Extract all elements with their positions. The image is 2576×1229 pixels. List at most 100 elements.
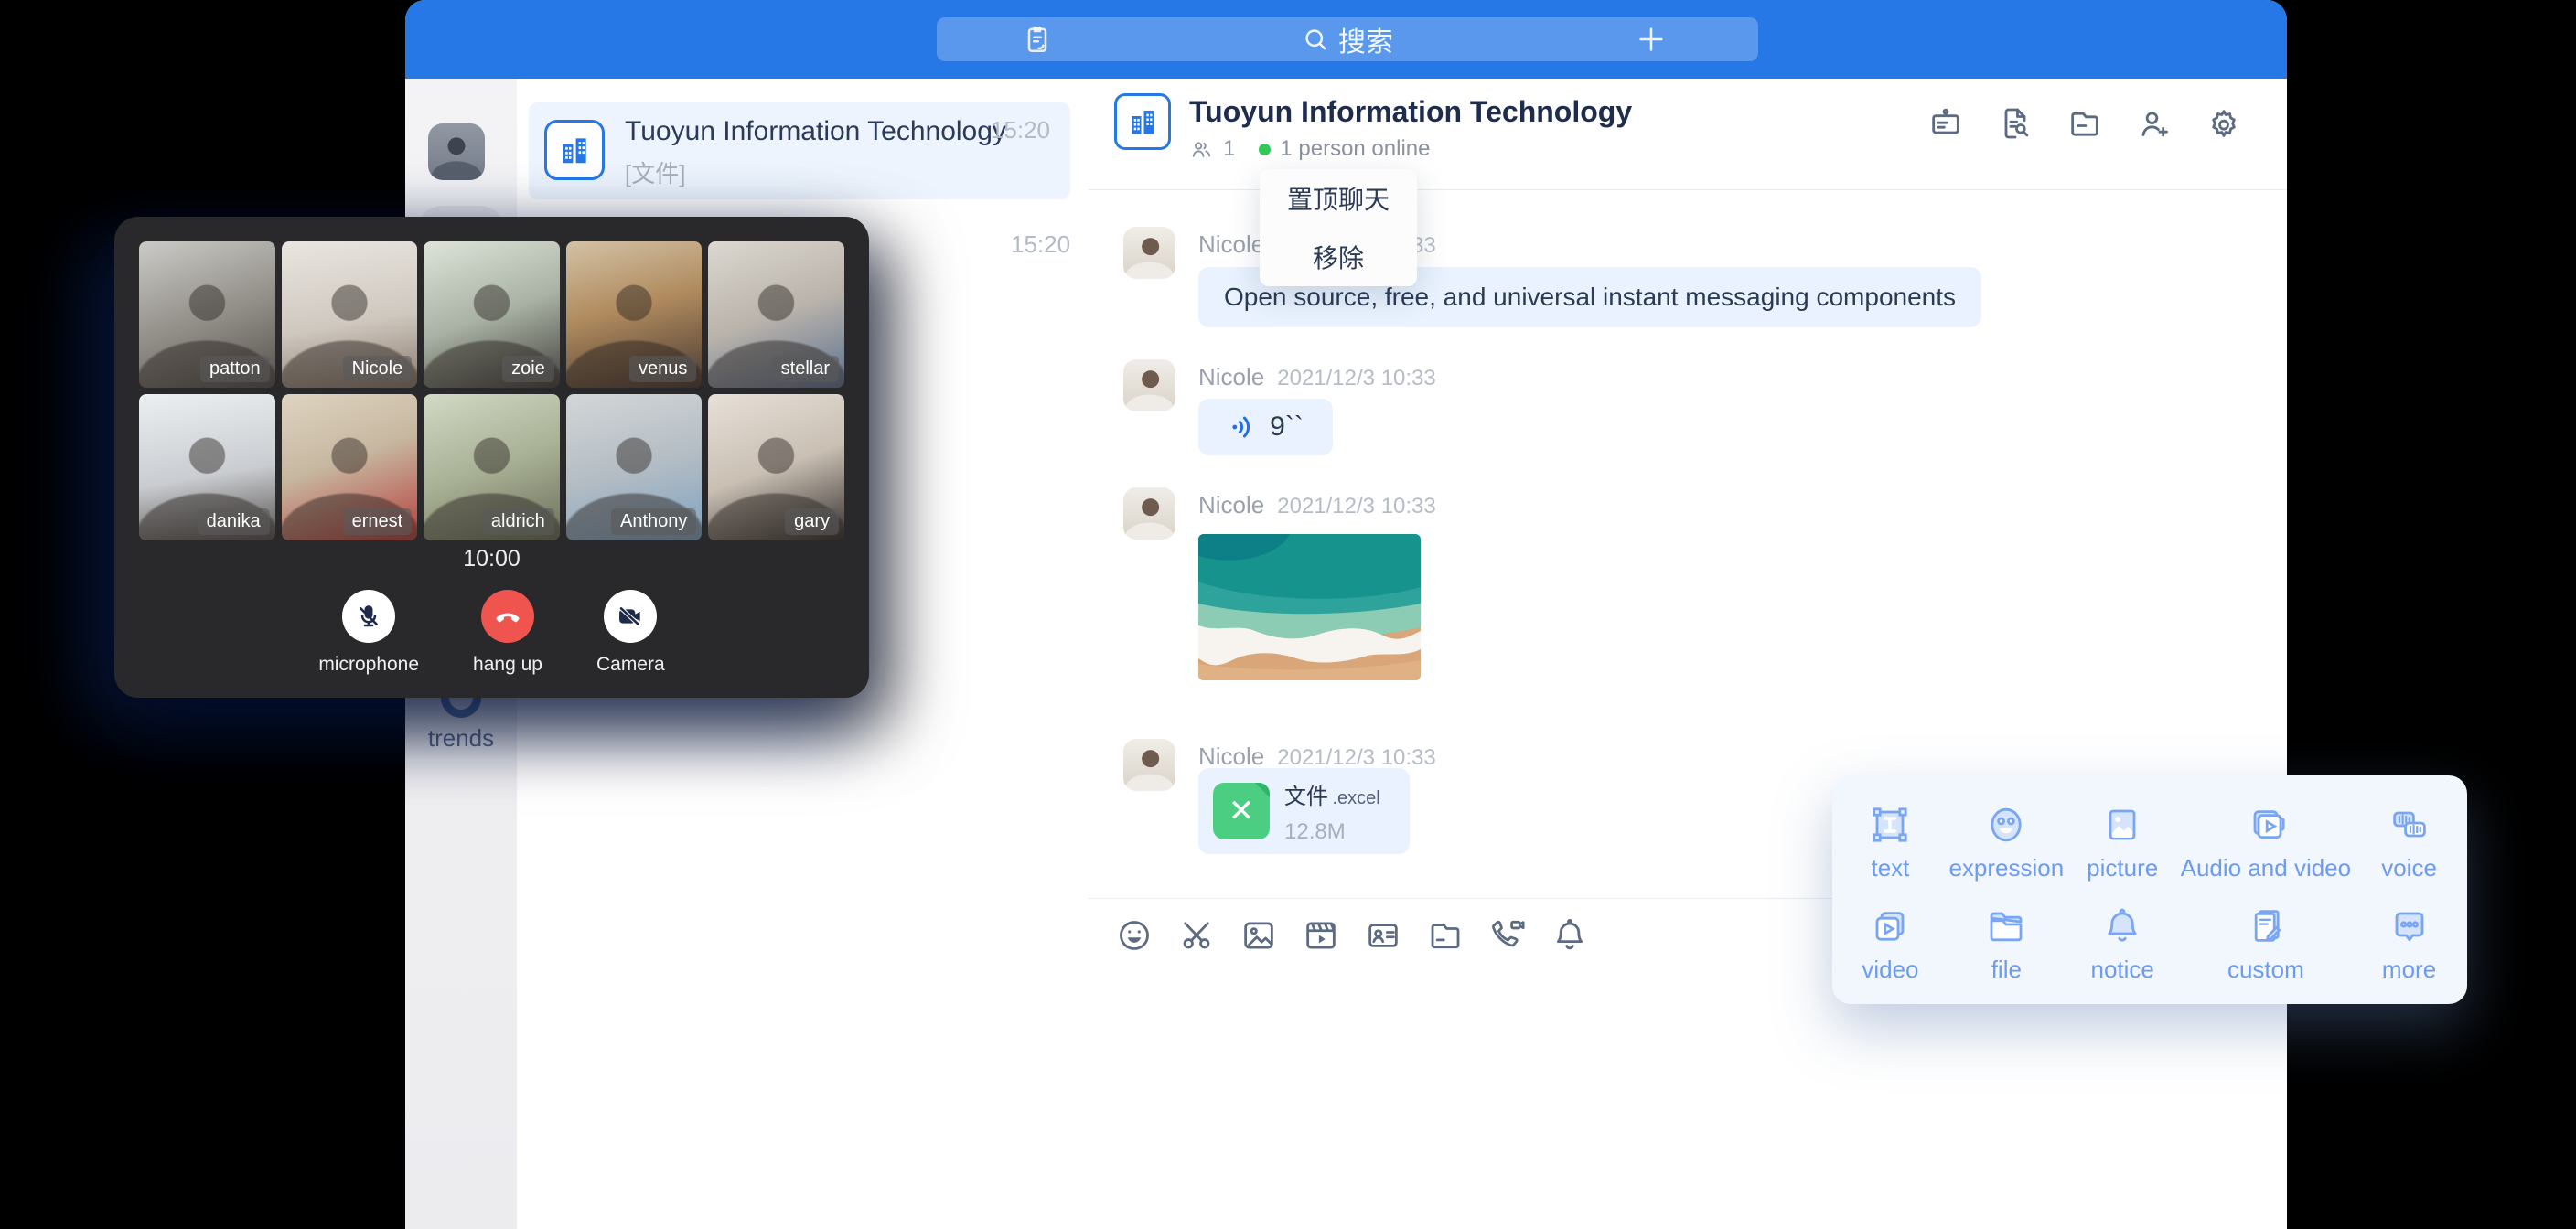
message-time: 2021/12/3 10:33 [1277, 366, 1436, 391]
group-notice-icon[interactable] [1927, 104, 1965, 143]
feature-custom[interactable]: custom [2181, 893, 2351, 995]
voice-icon [2388, 803, 2431, 847]
microphone-mute-button[interactable] [342, 590, 395, 643]
chat-subtitle: 1 1 person online [1189, 136, 1430, 162]
camera-toggle-button[interactable] [604, 590, 657, 643]
file-message-bubble[interactable]: ✕ 文件 .excel 12.8M [1198, 768, 1410, 854]
emoji-icon[interactable] [1114, 915, 1154, 956]
more-icon [2388, 904, 2431, 948]
feature-video[interactable]: video [1832, 893, 1948, 995]
file-size: 12.8M [1284, 819, 1380, 845]
feature-expression[interactable]: expression [1948, 792, 2065, 893]
video-icon [1868, 904, 1912, 948]
sender-avatar[interactable] [1123, 487, 1175, 540]
file-extension: .excel [1332, 788, 1379, 808]
add-icon[interactable] [1636, 24, 1667, 59]
sender-name: Nicole [1198, 230, 1264, 259]
participant-name: patton [200, 356, 270, 382]
sender-avatar[interactable] [1123, 227, 1175, 279]
chat-title: Tuoyun Information Technology [1189, 95, 1632, 129]
sender-name: Nicole [1198, 491, 1264, 519]
voice-wave-icon [1228, 411, 1259, 443]
user-avatar[interactable] [428, 123, 485, 180]
text-icon [1868, 803, 1912, 847]
participant-tile[interactable]: stellar [708, 241, 844, 388]
feature-label: expression [1948, 854, 2064, 882]
hang-up-button[interactable] [481, 590, 534, 643]
feature-label: custom [2227, 956, 2304, 984]
video-call-overlay: patton Nicole zoie venus stellar danika … [114, 217, 869, 698]
feature-label: picture [2087, 854, 2158, 882]
conversation-item-selected[interactable]: Tuoyun Information Technology [文件] 15:20 [529, 102, 1070, 199]
participant-name: aldrich [482, 508, 554, 535]
search-icon [1302, 26, 1329, 53]
search-bar[interactable]: 搜索 [937, 17, 1758, 61]
nav-item-trends[interactable]: trends [405, 724, 517, 753]
image-message-beach[interactable] [1198, 534, 1421, 680]
video-clip-icon[interactable] [1301, 915, 1341, 956]
participant-tile[interactable]: ernest [282, 394, 418, 540]
camera-control: Camera [596, 590, 665, 676]
conversation-last-message: [文件] [625, 155, 685, 189]
notice-bell-icon [2100, 904, 2144, 948]
participant-tile[interactable]: patton [139, 241, 275, 388]
group-file-icon[interactable] [2066, 104, 2104, 143]
picture-icon[interactable] [1239, 915, 1279, 956]
notification-bell-icon[interactable] [1550, 915, 1590, 956]
settings-gear-icon[interactable] [2205, 104, 2243, 143]
feature-label: Audio and video [2181, 854, 2351, 882]
building-icon [557, 133, 592, 167]
file-folder-icon [1984, 904, 2028, 948]
file-fold-corner [1255, 783, 1270, 797]
conversation-title: Tuoyun Information Technology [625, 116, 1006, 147]
participant-tile[interactable]: gary [708, 394, 844, 540]
mic-off-icon [354, 602, 383, 631]
expression-icon [1984, 803, 2028, 847]
video-call-icon[interactable] [1487, 915, 1528, 956]
menu-item-remove[interactable]: 移除 [1260, 228, 1417, 286]
sender-name: Nicole [1198, 363, 1264, 391]
folder-icon[interactable] [1425, 915, 1465, 956]
feature-picture[interactable]: picture [2065, 792, 2181, 893]
participant-tile[interactable]: venus [566, 241, 703, 388]
participant-name: Anthony [611, 508, 696, 535]
participant-tile[interactable]: zoie [424, 241, 560, 388]
feature-more[interactable]: more [2351, 893, 2467, 995]
feature-file[interactable]: file [1948, 893, 2065, 995]
feature-voice[interactable]: voice [2351, 792, 2467, 893]
feature-audio-video[interactable]: Audio and video [2181, 792, 2351, 893]
add-member-icon[interactable] [2135, 104, 2174, 143]
conversation-context-menu: 置顶聊天 移除 [1260, 169, 1417, 286]
file-x-glyph: ✕ [1229, 796, 1255, 827]
sender-avatar[interactable] [1123, 739, 1175, 791]
hang-up-icon [492, 601, 523, 632]
file-name: 文件 [1284, 785, 1328, 809]
group-avatar[interactable] [1114, 93, 1171, 150]
screenshot-scissors-icon[interactable] [1176, 915, 1217, 956]
message-time: 2021/12/3 10:33 [1277, 745, 1436, 771]
picture-icon [2100, 803, 2144, 847]
contact-card-icon[interactable] [1363, 915, 1403, 956]
participant-name: stellar [772, 356, 839, 382]
excel-file-icon: ✕ [1213, 783, 1270, 839]
camera-label: Camera [596, 654, 665, 676]
participant-tile[interactable]: Anthony [566, 394, 703, 540]
participant-grid: patton Nicole zoie venus stellar danika … [139, 241, 844, 540]
voice-duration: 9`` [1270, 411, 1304, 443]
sender-avatar[interactable] [1123, 359, 1175, 411]
participant-tile[interactable]: aldrich [424, 394, 560, 540]
conversation-time: 15:20 [991, 116, 1050, 144]
sender-name: Nicole [1198, 743, 1264, 771]
participant-tile[interactable]: danika [139, 394, 275, 540]
chat-record-search-icon[interactable] [1996, 104, 2034, 143]
feature-text[interactable]: text [1832, 792, 1948, 893]
voice-message-bubble[interactable]: 9`` [1198, 399, 1333, 455]
online-status: 1 person online [1280, 136, 1430, 162]
online-dot [1259, 144, 1271, 155]
conversation-time: 15:20 [1011, 230, 1070, 259]
message-time: 2021/12/3 10:33 [1277, 494, 1436, 519]
menu-item-pin-chat[interactable]: 置顶聊天 [1260, 169, 1417, 228]
feature-notice[interactable]: notice [2065, 893, 2181, 995]
participant-tile[interactable]: Nicole [282, 241, 418, 388]
building-icon [1126, 105, 1159, 138]
